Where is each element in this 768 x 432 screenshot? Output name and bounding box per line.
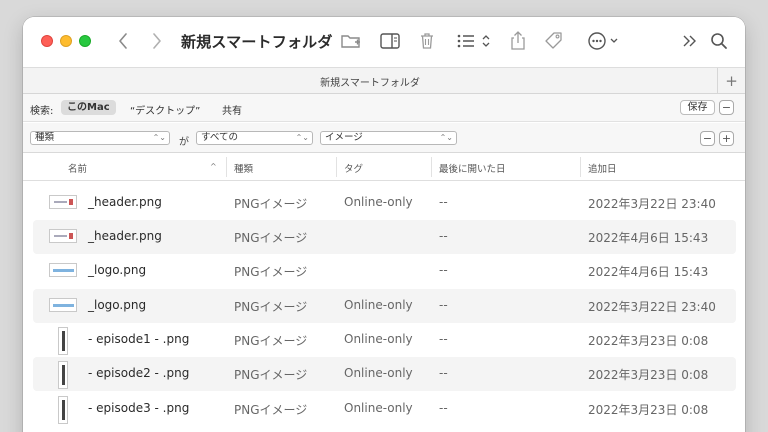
window-title: 新規スマートフォルダ [181, 33, 333, 51]
file-name: - episode3 - .png [88, 401, 190, 415]
list-view-icon[interactable] [455, 29, 493, 53]
sidebar-panel-icon[interactable] [378, 29, 402, 53]
scope-shared[interactable]: 共有 [222, 102, 242, 117]
search-scope-bar: 検索: このMac “デスクトップ” 共有 保存 − [23, 94, 745, 122]
column-divider[interactable] [336, 157, 337, 177]
finder-window: 新規スマートフォルダ 新規スマートフォルダ + 検索: このMac “デスクトッ… [23, 17, 745, 432]
scope-desktop[interactable]: “デスクトップ” [130, 102, 200, 117]
file-row[interactable]: - episode3 - .png PNGイメージ Online-only --… [33, 392, 736, 426]
column-kind[interactable]: 種類 [234, 161, 253, 175]
column-name[interactable]: 名前 [68, 161, 87, 175]
criteria-connector: が [179, 137, 189, 148]
add-criteria-button[interactable]: + [719, 131, 734, 146]
value-popup[interactable]: イメージ ⌃⌄ [320, 131, 457, 145]
ellipsis-circle-icon[interactable] [586, 29, 622, 53]
file-last-opened: -- [439, 401, 448, 415]
file-date-added: 2022年3月23日 0:08 [588, 368, 709, 382]
operator-value: すべての [201, 132, 238, 143]
criteria-value: イメージ [325, 132, 363, 143]
chevron-right-icon[interactable] [149, 29, 165, 53]
file-last-opened: -- [439, 263, 448, 277]
remove-search-button[interactable]: − [719, 100, 734, 115]
search-criteria-row: 種類 ⌃⌄ が すべての ⌃⌄ イメージ ⌃⌄ − + [23, 123, 745, 153]
tag-icon[interactable] [543, 29, 565, 53]
file-kind: PNGイメージ [234, 265, 308, 279]
operator-popup[interactable]: すべての ⌃⌄ [196, 131, 313, 145]
file-name: _logo.png [88, 263, 147, 277]
episode-thumbnail-icon [58, 361, 68, 389]
file-last-opened: -- [439, 332, 448, 346]
file-kind: PNGイメージ [234, 334, 308, 348]
column-divider[interactable] [580, 157, 581, 177]
attribute-popup[interactable]: 種類 ⌃⌄ [30, 131, 170, 145]
share-icon[interactable] [508, 29, 528, 53]
column-divider[interactable] [226, 157, 227, 177]
logo-thumbnail-icon [49, 263, 77, 277]
popup-chevron-icon: ⌃⌄ [152, 133, 166, 142]
popup-chevron-icon: ⌃⌄ [439, 133, 453, 142]
logo-thumbnail-icon [49, 298, 77, 312]
file-date-added: 2022年3月23日 0:08 [588, 403, 709, 417]
popup-chevron-icon: ⌃⌄ [295, 133, 309, 142]
attribute-value: 種類 [35, 132, 55, 143]
file-row[interactable]: _header.png PNGイメージ Online-only -- 2022年… [33, 186, 736, 220]
file-row[interactable]: _logo.png PNGイメージ -- 2022年4月6日 15:43 [33, 254, 736, 288]
file-name: - episode2 - .png [88, 366, 190, 380]
save-button[interactable]: 保存 [680, 100, 715, 115]
file-date-added: 2022年4月6日 15:43 [588, 231, 709, 245]
file-tag: Online-only [344, 195, 413, 209]
double-chevron-right-icon[interactable] [680, 29, 700, 53]
minimize-button[interactable] [60, 35, 72, 47]
header-thumbnail-icon [49, 229, 77, 243]
file-row[interactable]: _header.png PNGイメージ -- 2022年4月6日 15:43 [33, 220, 736, 254]
file-row[interactable]: - episode2 - .png PNGイメージ Online-only --… [33, 357, 736, 391]
file-tag: Online-only [344, 332, 413, 346]
file-row[interactable]: - episode1 - .png PNGイメージ Online-only --… [33, 323, 736, 357]
zoom-button[interactable] [79, 35, 91, 47]
column-tags[interactable]: タグ [344, 161, 363, 175]
column-divider[interactable] [431, 157, 432, 177]
column-last-opened[interactable]: 最後に開いた日 [439, 161, 506, 175]
file-date-added: 2022年3月22日 23:40 [588, 300, 716, 314]
file-date-added: 2022年3月22日 23:40 [588, 197, 716, 211]
file-kind: PNGイメージ [234, 197, 308, 211]
file-name: _header.png [88, 195, 162, 209]
file-tag: Online-only [344, 366, 413, 380]
file-kind: PNGイメージ [234, 300, 308, 314]
tab-bar: 新規スマートフォルダ + [23, 67, 745, 94]
close-button[interactable] [41, 35, 53, 47]
column-date-added[interactable]: 追加日 [588, 161, 617, 175]
file-kind: PNGイメージ [234, 368, 308, 382]
file-last-opened: -- [439, 366, 448, 380]
episode-thumbnail-icon [58, 327, 68, 355]
file-kind: PNGイメージ [234, 403, 308, 417]
column-header-row: 名前 ^ 種類 タグ 最後に開いた日 追加日 [23, 153, 745, 181]
file-tag: Online-only [344, 401, 413, 415]
tab-smart-folder[interactable]: 新規スマートフォルダ [23, 74, 717, 89]
new-tab-button[interactable]: + [717, 68, 745, 94]
search-icon[interactable] [709, 29, 729, 53]
search-scope-label: 検索: [30, 106, 54, 117]
file-tag: Online-only [344, 298, 413, 312]
new-folder-icon[interactable] [339, 29, 363, 53]
file-date-added: 2022年3月23日 0:08 [588, 334, 709, 348]
file-row[interactable]: _logo.png PNGイメージ Online-only -- 2022年3月… [33, 289, 736, 323]
file-name: _header.png [88, 229, 162, 243]
sort-ascending-icon[interactable]: ^ [210, 162, 217, 171]
file-date-added: 2022年4月6日 15:43 [588, 265, 709, 279]
file-last-opened: -- [439, 195, 448, 209]
header-thumbnail-icon [49, 195, 77, 209]
episode-thumbnail-icon [58, 396, 68, 424]
toolbar: 新規スマートフォルダ [23, 17, 745, 67]
scope-this-mac[interactable]: このMac [61, 100, 116, 115]
chevron-left-icon[interactable] [115, 29, 131, 53]
file-last-opened: -- [439, 298, 448, 312]
file-name: _logo.png [88, 298, 147, 312]
file-last-opened: -- [439, 229, 448, 243]
trash-icon[interactable] [416, 29, 438, 53]
remove-criteria-button[interactable]: − [700, 131, 715, 146]
file-name: - episode1 - .png [88, 332, 190, 346]
file-kind: PNGイメージ [234, 231, 308, 245]
